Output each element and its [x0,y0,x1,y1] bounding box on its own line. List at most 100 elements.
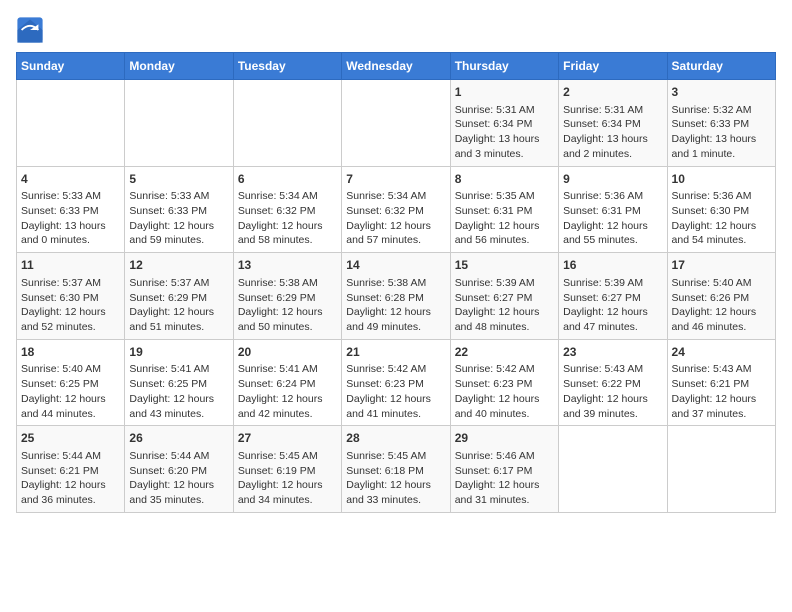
day-number: 22 [455,344,554,361]
day-number: 20 [238,344,337,361]
day-number: 18 [21,344,120,361]
day-number: 11 [21,257,120,274]
header-day: Thursday [450,53,558,80]
calendar-cell: 17 Sunrise: 5:40 AM Sunset: 6:26 PM Dayli… [667,253,775,340]
cell-content: Sunrise: 5:33 AM Sunset: 6:33 PM Dayligh… [129,189,228,248]
calendar-cell: 18Sunrise: 5:40 AM Sunset: 6:25 PM Dayli… [17,339,125,426]
day-number: 14 [346,257,445,274]
calendar-cell [125,80,233,167]
calendar-week-row: 18Sunrise: 5:40 AM Sunset: 6:25 PM Dayli… [17,339,776,426]
cell-content: Sunrise: 5:37 AM Sunset: 6:29 PM Dayligh… [129,276,228,335]
calendar-cell: 11 Sunrise: 5:37 AM Sunset: 6:30 PM Dayli… [17,253,125,340]
header-day: Tuesday [233,53,341,80]
day-number: 21 [346,344,445,361]
cell-content: Sunrise: 5:38 AM Sunset: 6:28 PM Dayligh… [346,276,445,335]
logo [16,16,48,44]
calendar-cell: 28 Sunrise: 5:45 AM Sunset: 6:18 PM Dayli… [342,426,450,513]
cell-content: Sunrise: 5:41 AM Sunset: 6:24 PM Dayligh… [238,362,337,421]
header-day: Wednesday [342,53,450,80]
calendar-cell: 6Sunrise: 5:34 AM Sunset: 6:32 PM Daylig… [233,166,341,253]
calendar-cell: 21Sunrise: 5:42 AM Sunset: 6:23 PM Dayli… [342,339,450,426]
day-number: 16 [563,257,662,274]
calendar-cell: 20Sunrise: 5:41 AM Sunset: 6:24 PM Dayli… [233,339,341,426]
day-number: 29 [455,430,554,447]
calendar-week-row: 11 Sunrise: 5:37 AM Sunset: 6:30 PM Dayli… [17,253,776,340]
calendar-cell: 29Sunrise: 5:46 AM Sunset: 6:17 PM Dayli… [450,426,558,513]
cell-content: Sunrise: 5:31 AM Sunset: 6:34 PM Dayligh… [563,103,662,162]
cell-content: Sunrise: 5:43 AM Sunset: 6:22 PM Dayligh… [563,362,662,421]
cell-content: Sunrise: 5:38 AM Sunset: 6:29 PM Dayligh… [238,276,337,335]
calendar-cell: 12 Sunrise: 5:37 AM Sunset: 6:29 PM Dayli… [125,253,233,340]
calendar-cell: 24Sunrise: 5:43 AM Sunset: 6:21 PM Dayli… [667,339,775,426]
day-number: 6 [238,171,337,188]
cell-content: Sunrise: 5:42 AM Sunset: 6:23 PM Dayligh… [455,362,554,421]
calendar-cell [342,80,450,167]
calendar-week-row: 4Sunrise: 5:33 AM Sunset: 6:33 PM Daylig… [17,166,776,253]
cell-content: Sunrise: 5:39 AM Sunset: 6:27 PM Dayligh… [563,276,662,335]
day-number: 25 [21,430,120,447]
header [16,16,776,44]
day-number: 12 [129,257,228,274]
day-number: 3 [672,84,771,101]
cell-content: Sunrise: 5:42 AM Sunset: 6:23 PM Dayligh… [346,362,445,421]
calendar-cell [17,80,125,167]
calendar-week-row: 1 Sunrise: 5:31 AM Sunset: 6:34 PM Daylig… [17,80,776,167]
cell-content: Sunrise: 5:37 AM Sunset: 6:30 PM Dayligh… [21,276,120,335]
day-number: 15 [455,257,554,274]
header-day: Monday [125,53,233,80]
cell-content: Sunrise: 5:43 AM Sunset: 6:21 PM Dayligh… [672,362,771,421]
calendar-body: 1 Sunrise: 5:31 AM Sunset: 6:34 PM Daylig… [17,80,776,513]
cell-content: Sunrise: 5:39 AM Sunset: 6:27 PM Dayligh… [455,276,554,335]
calendar-cell: 19Sunrise: 5:41 AM Sunset: 6:25 PM Dayli… [125,339,233,426]
day-number: 17 [672,257,771,274]
cell-content: Sunrise: 5:45 AM Sunset: 6:19 PM Dayligh… [238,449,337,508]
cell-content: Sunrise: 5:34 AM Sunset: 6:32 PM Dayligh… [238,189,337,248]
cell-content: Sunrise: 5:35 AM Sunset: 6:31 PM Dayligh… [455,189,554,248]
day-number: 10 [672,171,771,188]
header-day: Friday [559,53,667,80]
calendar-cell: 15 Sunrise: 5:39 AM Sunset: 6:27 PM Dayli… [450,253,558,340]
header-day: Sunday [17,53,125,80]
day-number: 28 [346,430,445,447]
day-number: 9 [563,171,662,188]
calendar-cell: 1Sunrise: 5:31 AM Sunset: 6:34 PM Daylig… [450,80,558,167]
calendar-cell: 7Sunrise: 5:34 AM Sunset: 6:32 PM Daylig… [342,166,450,253]
cell-content: Sunrise: 5:40 AM Sunset: 6:26 PM Dayligh… [672,276,771,335]
calendar-cell: 2 Sunrise: 5:31 AM Sunset: 6:34 PM Daylig… [559,80,667,167]
cell-content: Sunrise: 5:40 AM Sunset: 6:25 PM Dayligh… [21,362,120,421]
calendar-cell [667,426,775,513]
day-number: 4 [21,171,120,188]
calendar-cell [233,80,341,167]
day-number: 1 [455,84,554,101]
calendar-cell: 5Sunrise: 5:33 AM Sunset: 6:33 PM Daylig… [125,166,233,253]
cell-content: Sunrise: 5:36 AM Sunset: 6:31 PM Dayligh… [563,189,662,248]
header-row: SundayMondayTuesdayWednesdayThursdayFrid… [17,53,776,80]
calendar-cell: 25 Sunrise: 5:44 AM Sunset: 6:21 PM Dayli… [17,426,125,513]
calendar-cell: 13 Sunrise: 5:38 AM Sunset: 6:29 PM Dayli… [233,253,341,340]
calendar-cell [559,426,667,513]
cell-content: Sunrise: 5:32 AM Sunset: 6:33 PM Dayligh… [672,103,771,162]
cell-content: Sunrise: 5:44 AM Sunset: 6:20 PM Dayligh… [129,449,228,508]
day-number: 5 [129,171,228,188]
cell-content: Sunrise: 5:33 AM Sunset: 6:33 PM Dayligh… [21,189,120,248]
cell-content: Sunrise: 5:34 AM Sunset: 6:32 PM Dayligh… [346,189,445,248]
logo-icon [16,16,44,44]
day-number: 7 [346,171,445,188]
cell-content: Sunrise: 5:45 AM Sunset: 6:18 PM Dayligh… [346,449,445,508]
calendar-cell: 23Sunrise: 5:43 AM Sunset: 6:22 PM Dayli… [559,339,667,426]
header-day: Saturday [667,53,775,80]
day-number: 2 [563,84,662,101]
calendar-cell: 14 Sunrise: 5:38 AM Sunset: 6:28 PM Dayli… [342,253,450,340]
calendar-cell: 9Sunrise: 5:36 AM Sunset: 6:31 PM Daylig… [559,166,667,253]
calendar-cell: 26 Sunrise: 5:44 AM Sunset: 6:20 PM Dayli… [125,426,233,513]
cell-content: Sunrise: 5:44 AM Sunset: 6:21 PM Dayligh… [21,449,120,508]
day-number: 19 [129,344,228,361]
cell-content: Sunrise: 5:36 AM Sunset: 6:30 PM Dayligh… [672,189,771,248]
day-number: 13 [238,257,337,274]
day-number: 24 [672,344,771,361]
calendar-cell: 8Sunrise: 5:35 AM Sunset: 6:31 PM Daylig… [450,166,558,253]
calendar-cell: 10Sunrise: 5:36 AM Sunset: 6:30 PM Dayli… [667,166,775,253]
day-number: 27 [238,430,337,447]
calendar-cell: 22Sunrise: 5:42 AM Sunset: 6:23 PM Dayli… [450,339,558,426]
day-number: 26 [129,430,228,447]
